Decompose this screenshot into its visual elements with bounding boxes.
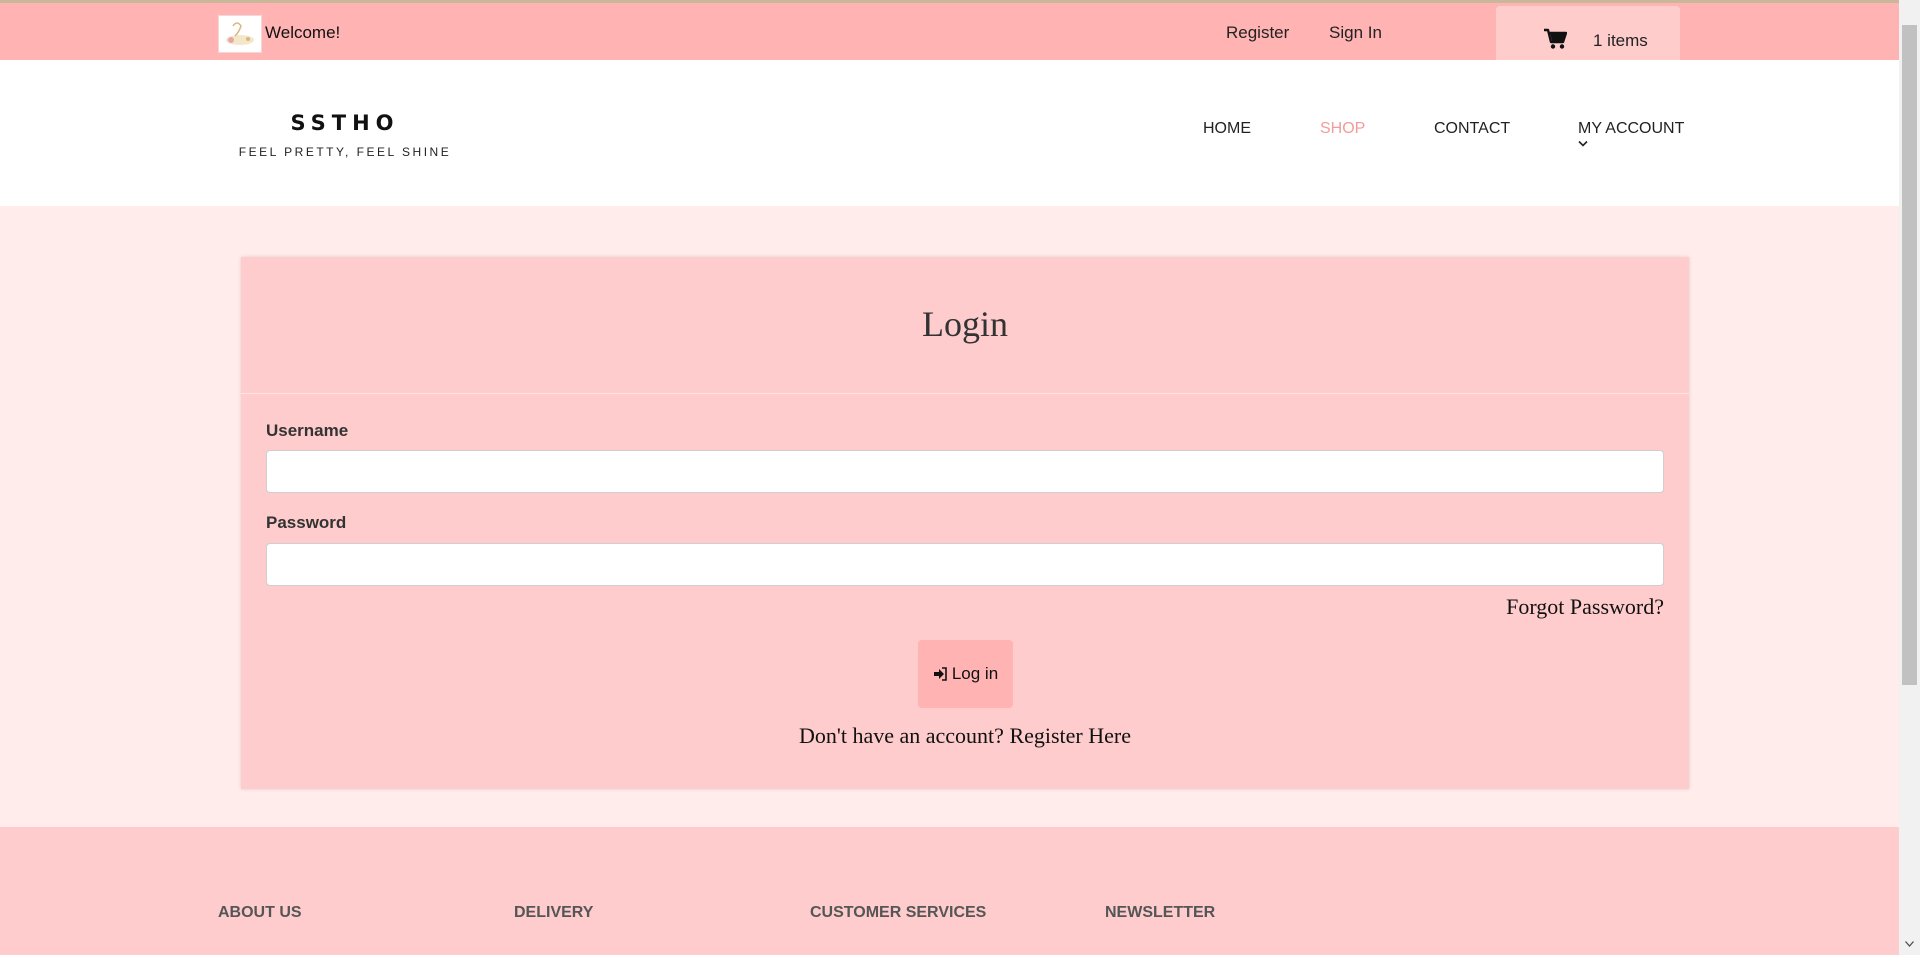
nav-shop[interactable]: SHOP	[1320, 120, 1365, 138]
footer-customer-services: CUSTOMER SERVICES	[810, 904, 987, 921]
footer-newsletter: NEWSLETTER	[1105, 904, 1216, 921]
brand-tagline: FEEL PRETTY, FEEL SHINE	[238, 145, 452, 159]
login-card-header: Login	[241, 257, 1689, 394]
login-button[interactable]: Log in	[918, 640, 1013, 708]
footer-delivery: DELIVERY	[514, 904, 594, 921]
brand-logo-icon	[226, 22, 254, 45]
password-input[interactable]	[266, 543, 1664, 586]
scrollbar-thumb[interactable]	[1902, 25, 1917, 685]
footer-about-us: ABOUT US	[218, 904, 302, 921]
nav-my-account[interactable]: MY ACCOUNT	[1578, 120, 1684, 138]
site-logo-thumbnail[interactable]	[218, 15, 262, 53]
username-input[interactable]	[266, 450, 1664, 493]
register-link[interactable]: Register	[1226, 23, 1289, 43]
sign-in-link[interactable]: Sign In	[1329, 23, 1382, 43]
nav-contact[interactable]: CONTACT	[1434, 120, 1510, 138]
site-footer: ABOUT US DELIVERY CUSTOMER SERVICES NEWS…	[0, 827, 1899, 955]
login-button-label: Log in	[951, 664, 999, 683]
page: Welcome! Register Sign In 1 items SSTHO …	[0, 0, 1899, 955]
cart-count: 1 items	[1593, 31, 1648, 50]
vertical-scrollbar[interactable]	[1899, 0, 1920, 955]
password-label: Password	[266, 513, 347, 532]
main-content: Login Username Password Forgot Password?…	[0, 206, 1899, 827]
top-bar: Welcome! Register Sign In 1 items	[0, 0, 1899, 63]
sign-in-icon	[933, 667, 947, 681]
page-title: Login	[922, 304, 1008, 344]
no-account-text: Don't have an account?	[799, 723, 1004, 748]
forgot-password-link[interactable]: Forgot Password?	[1506, 594, 1664, 620]
scroll-down-arrow-icon[interactable]	[1899, 935, 1920, 952]
site-header: SSTHO FEEL PRETTY, FEEL SHINE HOME SHOP …	[0, 60, 1899, 206]
login-card: Login Username Password Forgot Password?…	[241, 257, 1689, 789]
cart-icon	[1544, 28, 1567, 49]
welcome-text: Welcome!	[265, 23, 341, 42]
brand-name[interactable]: SSTHO	[245, 111, 445, 135]
username-label: Username	[266, 421, 349, 440]
register-here-link[interactable]: Register Here	[1009, 723, 1131, 748]
chevron-down-icon[interactable]	[1578, 140, 1588, 148]
register-prompt: Don't have an account? Register Here	[241, 723, 1689, 749]
nav-home[interactable]: HOME	[1203, 120, 1251, 138]
cart-button[interactable]: 1 items	[1496, 6, 1680, 63]
